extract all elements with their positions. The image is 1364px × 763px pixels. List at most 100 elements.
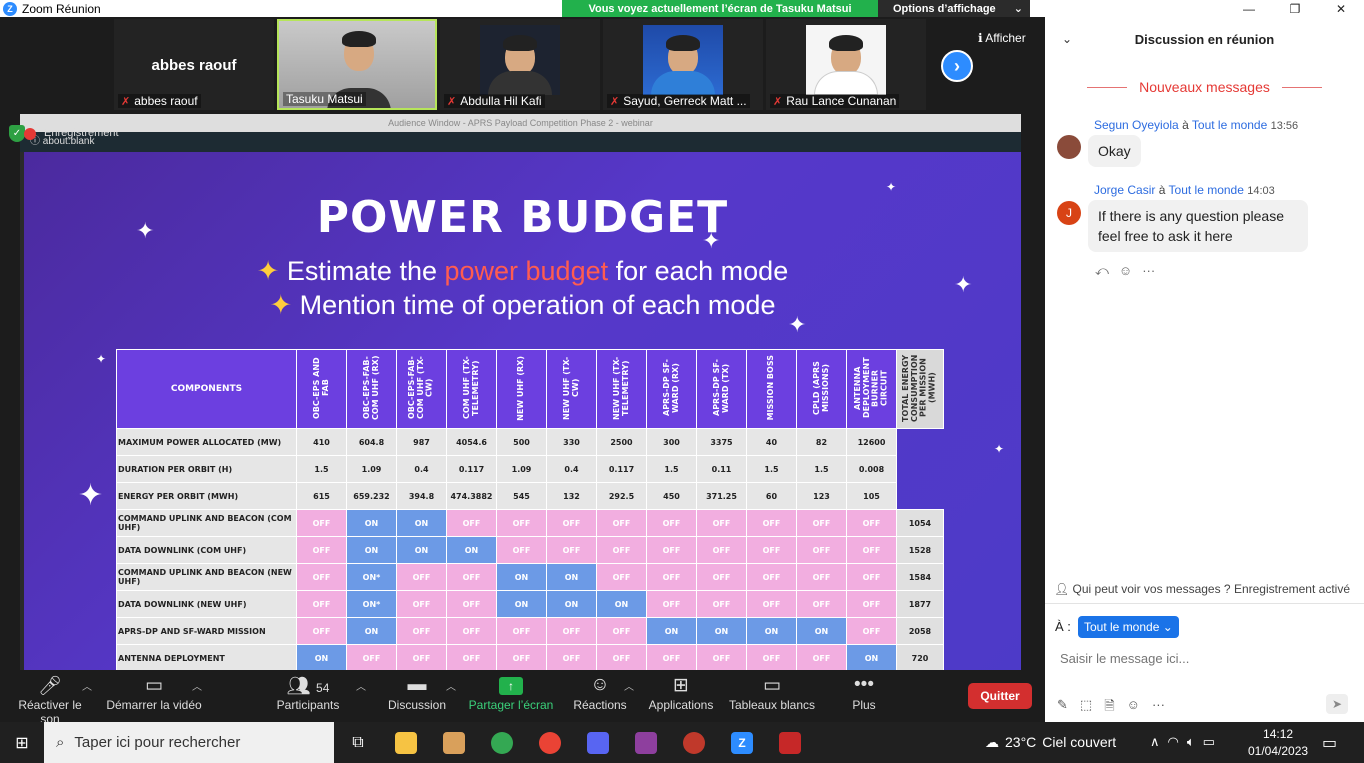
column-header-text: OBC-EPS AND FAB [311,357,330,419]
table-cell: OFF [846,563,897,591]
table-cell: 410 [296,428,347,456]
emoji-icon[interactable]: ☺ [1127,697,1140,719]
chevron-up-icon[interactable]: ︿ [624,678,634,693]
chat-button[interactable]: ▬ Discussion [386,674,448,712]
apps-button[interactable]: ⊞ Applications [646,674,716,712]
table-row: APRS-DP AND SF-WARD MISSION OFF ON OFF OFF OF… [116,617,944,645]
chat-message-input[interactable] [1060,647,1350,669]
participant-avatar [643,25,723,95]
table-cell: ON [696,617,747,645]
search-icon: ⌕ [56,734,65,751]
column-header-text: ANTENNA DEPLOYMENT BURNER CIRCUIT [852,357,889,419]
video-tile-active[interactable]: Tasuku Matsui [277,19,437,110]
next-page-button[interactable]: › [941,50,973,82]
wifi-icon[interactable]: ◠ [1168,734,1179,750]
chrome-icon[interactable] [478,722,526,763]
visibility-notice[interactable]: 👤︎ Qui peut voir vos messages ? Enregist… [1054,582,1350,596]
video-tile[interactable]: ✗ Rau Lance Cunanan [766,19,926,110]
windows-start-icon[interactable]: ⊞ [0,722,44,763]
slide-bullet-1: ✦ Estimate the power budget for each mod… [24,256,1021,287]
zoom-taskbar-icon[interactable]: Z [718,722,766,763]
column-header-text: NEW UHF (TX-CW) [561,356,580,420]
show-button[interactable]: ℹ Afficher [978,31,1026,45]
reactions-button[interactable]: ☺ Réactions [572,674,628,712]
chrome-profile-icon[interactable] [526,722,574,763]
discord-icon[interactable] [574,722,622,763]
battery-icon[interactable]: ▭ [1203,734,1215,750]
sparkle-icon: ✦ [96,352,107,366]
unmute-button[interactable]: 🎤︎ Réactiver le son [8,674,92,726]
archive-app-icon[interactable] [430,722,478,763]
table-cell: 292.5 [596,482,647,510]
share-screen-button[interactable]: ↑ Partager l’écran [468,674,554,712]
task-view-icon[interactable]: ⧉ [334,722,382,763]
video-tile[interactable]: ✗ Abdulla Hil Kafi [440,19,600,110]
total-header-text: TOTAL ENERGY CONSUMPTION PER MISSION (MW… [901,354,937,422]
message-sender[interactable]: Jorge Casir [1094,183,1155,197]
restore-button[interactable]: ❐ [1272,2,1318,16]
recipient-select[interactable]: Tout le monde ⌄ [1078,616,1179,638]
row-label: APRS-DP AND SF-WARD MISSION [116,617,297,645]
pdf-reader-icon[interactable] [766,722,814,763]
new-messages-divider: Nouveaux messages [1045,79,1364,95]
clock[interactable]: 14:12 01/04/2023 [1248,726,1308,760]
table-cell: OFF [596,644,647,670]
sparkle-icon: ✦ [788,312,807,337]
column-header-text: NEW UHF (RX) [516,355,526,421]
column-header: CPLD (APRS MISSIONS) [796,349,847,429]
chevron-up-icon[interactable]: ︿ [356,678,366,693]
video-tile[interactable]: abbes raouf ✗ abbes raouf [114,19,274,110]
table-cell: OFF [746,509,797,537]
more-dots-icon[interactable]: ··· [1142,263,1155,279]
format-icon[interactable]: ✎ [1057,697,1068,719]
column-header: MISSION BOSS [746,349,797,429]
file-icon[interactable]: 🗎 [1104,697,1114,719]
participants-button[interactable]: 👥︎ 54 Participants [274,674,342,712]
view-options-button[interactable]: Options d’affichage ⌄ [878,0,1030,17]
paint-icon[interactable] [670,722,718,763]
more-button[interactable]: ••• Plus [846,674,882,712]
reply-icon[interactable]: ⤺ [1095,263,1109,279]
table-cell: 132 [546,482,597,510]
table-cell: OFF [296,536,347,564]
winrar-icon[interactable] [622,722,670,763]
chat-label: Discussion [387,698,447,712]
more-dots-icon[interactable]: ··· [1152,697,1165,719]
table-cell: ON [846,644,897,670]
screenshot-icon[interactable]: ⬚ [1080,697,1092,719]
row-label: ANTENNA DEPLOYMENT [116,644,297,670]
leave-button[interactable]: Quitter [968,683,1032,709]
participant-avatar [806,25,886,95]
whiteboards-button[interactable]: ▭ Tableaux blancs [728,674,816,712]
emoji-icon[interactable]: ☺ [1119,263,1132,279]
column-header: NEW UHF (TX-TELEMETRY) [596,349,647,429]
table-cell: 1.5 [296,455,347,483]
chevron-up-icon[interactable]: ∧ [1150,734,1160,750]
participant-name: Rau Lance Cunanan [786,94,897,108]
notification-icon[interactable]: ▭ [1322,733,1337,753]
video-tile[interactable]: ✗ Sayud, Gerreck Matt ... [603,19,763,110]
table-cell: OFF [696,590,747,618]
table-row: ENERGY PER ORBIT (MWH) 615 659.232 394.8 474… [116,482,944,510]
sparkle-icon: ✦ [702,228,721,253]
close-button[interactable]: ✕ [1318,2,1364,16]
chevron-up-icon[interactable]: ︿ [446,678,456,693]
taskbar-search[interactable]: ⌕ Taper ici pour rechercher [44,722,334,763]
message-to-word: à [1158,183,1166,197]
chevron-up-icon[interactable]: ︿ [82,678,92,693]
message-sender[interactable]: Segun Oyeyiola [1094,118,1179,132]
table-cell: OFF [796,644,847,670]
table-cell: 474.3882 [446,482,497,510]
user-icon: 👤︎ [1053,582,1070,596]
volume-icon[interactable]: 🔈︎ [1187,734,1195,750]
start-video-button[interactable]: ▭ Démarrer la vidéo [106,674,202,712]
message-actions: ⤺ ☺ ··· [1095,263,1155,279]
browser-title: Audience Window - APRS Payload Competiti… [20,114,1021,132]
chevron-up-icon[interactable]: ︿ [192,678,202,693]
minimize-button[interactable]: — [1226,2,1272,16]
file-explorer-icon[interactable] [382,722,430,763]
weather-widget[interactable]: ☁ 23°C Ciel couvert [985,734,1116,751]
send-button[interactable]: ➤ [1326,694,1348,714]
table-header-row: COMPONENTS OBC-EPS AND FAB OBC-EPS-FAB-CO… [116,349,944,429]
table-cell: 1.09 [346,455,397,483]
